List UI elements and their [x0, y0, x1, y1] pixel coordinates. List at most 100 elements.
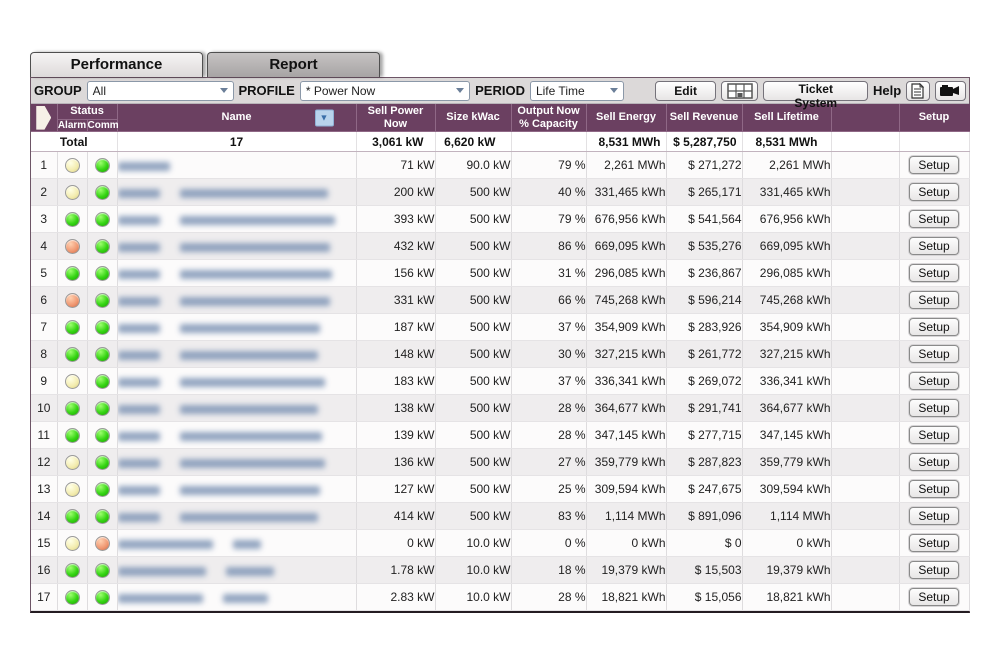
sell-energy-value: 0 kWh [586, 530, 666, 557]
row-number: 9 [31, 368, 57, 395]
setup-button[interactable]: Setup [909, 345, 958, 363]
sell-lifetime-value: 0 kWh [742, 530, 831, 557]
site-name-redacted[interactable] [117, 152, 356, 179]
comm-status-cell [87, 584, 117, 611]
setup-cell: Setup [899, 206, 969, 233]
alarm-led [65, 563, 80, 578]
sell-lifetime-value: 676,956 kWh [742, 206, 831, 233]
alarm-status-cell [57, 395, 87, 422]
site-name-redacted[interactable] [117, 584, 356, 611]
setup-button[interactable]: Setup [909, 318, 958, 336]
redacted-text [180, 405, 318, 414]
row-number: 11 [31, 422, 57, 449]
sort-dropdown-icon[interactable]: ▼ [315, 109, 334, 126]
site-name-redacted[interactable] [117, 395, 356, 422]
setup-button[interactable]: Setup [909, 561, 958, 579]
table-row: 171 kW90.0 kW79 %2,261 MWh$ 271,2722,261… [31, 152, 969, 179]
alarm-status-cell [57, 503, 87, 530]
setup-button[interactable]: Setup [909, 426, 958, 444]
comm-led [95, 347, 110, 362]
comm-led [95, 266, 110, 281]
blank-header [831, 104, 899, 132]
redacted-text [180, 189, 328, 198]
sell-power-now-header: Sell Power Now [356, 104, 435, 132]
setup-button[interactable]: Setup [909, 534, 958, 552]
site-name-redacted[interactable] [117, 422, 356, 449]
sell-energy-value: 347,145 kWh [586, 422, 666, 449]
tab-report[interactable]: Report [207, 52, 380, 77]
sell-revenue-value: $ 247,675 [666, 476, 742, 503]
setup-button[interactable]: Setup [909, 264, 958, 282]
site-name-redacted[interactable] [117, 503, 356, 530]
setup-button[interactable]: Setup [909, 210, 958, 228]
alarm-led [65, 185, 80, 200]
size-kwac-value: 500 kW [435, 449, 511, 476]
help-video-button[interactable] [935, 81, 966, 101]
spacer-cell [831, 557, 899, 584]
sell-power-now-value: 148 kW [356, 341, 435, 368]
help-document-button[interactable] [906, 81, 930, 101]
comm-led [95, 563, 110, 578]
table-row: 14414 kW500 kW83 %1,114 MWh$ 891,0961,11… [31, 503, 969, 530]
row-number: 1 [31, 152, 57, 179]
site-name-redacted[interactable] [117, 368, 356, 395]
redacted-text [180, 351, 318, 360]
comm-led [95, 239, 110, 254]
grid-view-button[interactable] [721, 81, 758, 101]
comm-led [95, 158, 110, 173]
size-kwac-value: 500 kW [435, 476, 511, 503]
setup-button[interactable]: Setup [909, 291, 958, 309]
site-name-redacted[interactable] [117, 557, 356, 584]
setup-button[interactable]: Setup [909, 453, 958, 471]
setup-button[interactable]: Setup [909, 183, 958, 201]
setup-button[interactable]: Setup [909, 372, 958, 390]
spacer-cell [831, 368, 899, 395]
alarm-status-cell [57, 476, 87, 503]
group-select[interactable]: All [87, 81, 234, 101]
setup-button[interactable]: Setup [909, 480, 958, 498]
setup-button[interactable]: Setup [909, 156, 958, 174]
setup-header: Setup [899, 104, 969, 132]
setup-button[interactable]: Setup [909, 588, 958, 606]
site-name-redacted[interactable] [117, 179, 356, 206]
site-name-redacted[interactable] [117, 260, 356, 287]
setup-button[interactable]: Setup [909, 507, 958, 525]
site-name-redacted[interactable] [117, 233, 356, 260]
setup-button[interactable]: Setup [909, 399, 958, 417]
site-name-redacted[interactable] [117, 206, 356, 233]
spacer-cell [831, 422, 899, 449]
sell-energy-value: 669,095 kWh [586, 233, 666, 260]
alarm-status-cell [57, 341, 87, 368]
sell-energy-value: 1,114 MWh [586, 503, 666, 530]
tab-performance[interactable]: Performance [30, 52, 203, 77]
spacer-cell [831, 476, 899, 503]
setup-button[interactable]: Setup [909, 237, 958, 255]
redacted-text [118, 459, 160, 468]
sell-lifetime-value: 309,594 kWh [742, 476, 831, 503]
total-sell-revenue: $ 5,287,750 [666, 132, 742, 152]
ticket-system-button[interactable]: Ticket System [763, 81, 868, 101]
period-label: PERIOD [475, 83, 525, 98]
video-help-icon [940, 85, 960, 97]
site-name-redacted[interactable] [117, 530, 356, 557]
sell-lifetime-value: 669,095 kWh [742, 233, 831, 260]
spacer-cell [831, 260, 899, 287]
site-name-redacted[interactable] [117, 314, 356, 341]
sell-power-now-value: 432 kW [356, 233, 435, 260]
sell-power-now-value: 183 kW [356, 368, 435, 395]
status-header: Status [57, 104, 117, 119]
sell-lifetime-value: 331,465 kWh [742, 179, 831, 206]
profile-select[interactable]: * Power Now [300, 81, 470, 101]
period-select[interactable]: Life Time [530, 81, 624, 101]
sell-revenue-value: $ 15,056 [666, 584, 742, 611]
site-name-redacted[interactable] [117, 476, 356, 503]
size-kwac-value: 500 kW [435, 179, 511, 206]
alarm-led [65, 509, 80, 524]
table-row: 7187 kW500 kW37 %354,909 kWh$ 283,926354… [31, 314, 969, 341]
sell-power-now-value: 136 kW [356, 449, 435, 476]
site-name-redacted[interactable] [117, 341, 356, 368]
site-name-redacted[interactable] [117, 287, 356, 314]
edit-button[interactable]: Edit [655, 81, 716, 101]
site-name-redacted[interactable] [117, 449, 356, 476]
comm-status-cell [87, 341, 117, 368]
